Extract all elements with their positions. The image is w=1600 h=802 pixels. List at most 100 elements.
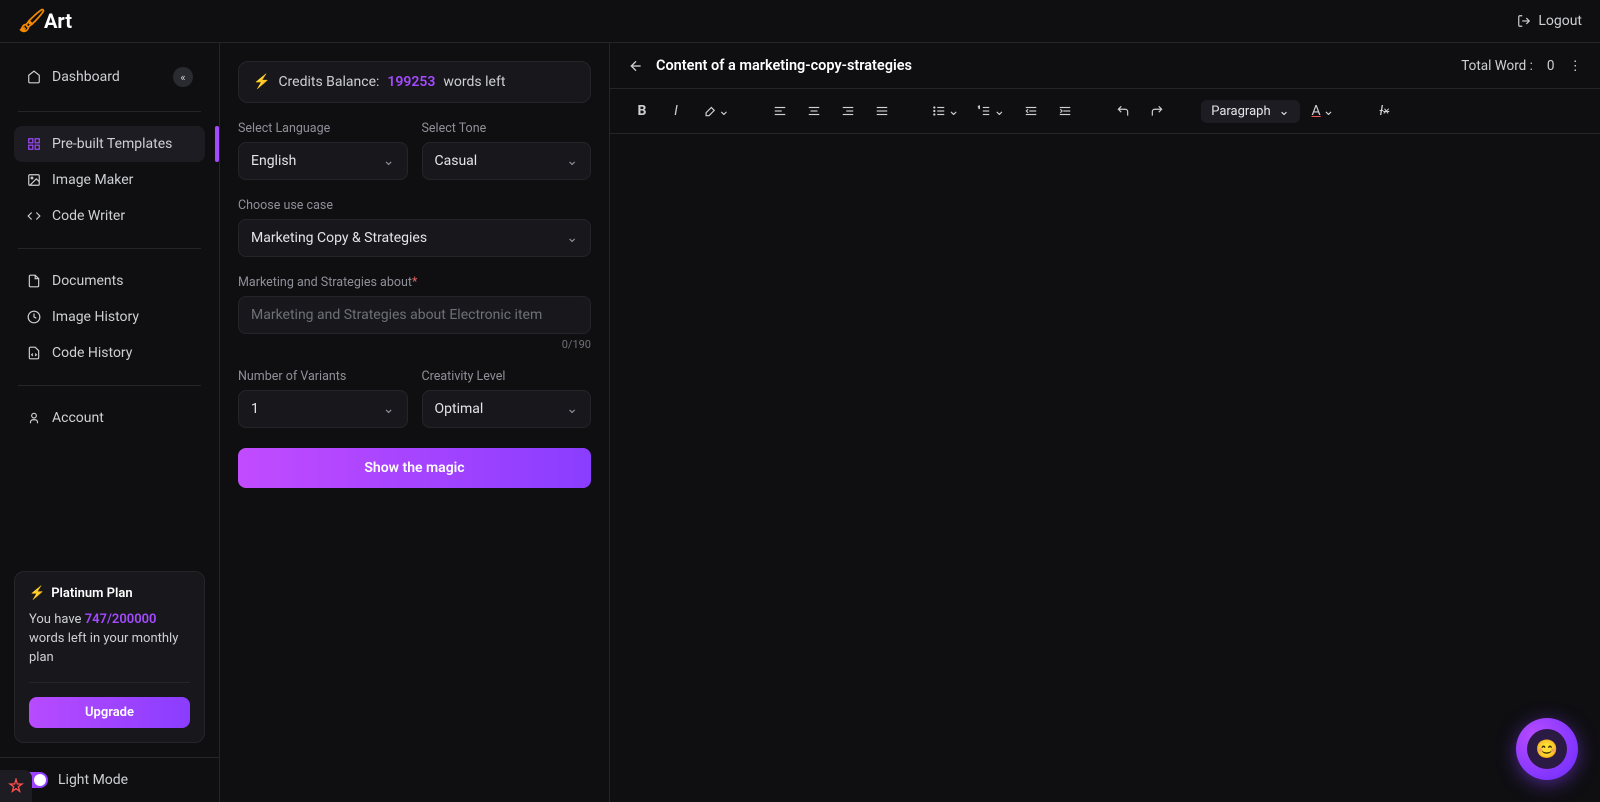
word-count-value: 0 xyxy=(1547,58,1555,74)
use-case-value: Marketing Copy & Strategies xyxy=(251,230,427,246)
align-justify-button[interactable] xyxy=(868,97,896,125)
sidebar-item-code-writer[interactable]: Code Writer xyxy=(14,198,205,234)
language-select[interactable]: English ⌄ xyxy=(238,142,408,180)
back-button[interactable] xyxy=(628,58,644,74)
variants-value: 1 xyxy=(251,401,259,417)
about-label: Marketing and Strategies about* xyxy=(238,275,591,290)
credits-suffix: words left xyxy=(443,74,505,90)
chevron-down-icon: ⌄ xyxy=(993,103,1005,119)
editor-toolbar: B I ⌄ ⌄ 1 xyxy=(610,89,1600,134)
more-menu-button[interactable]: ⋮ xyxy=(1569,58,1583,74)
corner-badge[interactable] xyxy=(0,770,32,802)
use-case-select[interactable]: Marketing Copy & Strategies ⌄ xyxy=(238,219,591,257)
paragraph-select[interactable]: Paragraph ⌄ xyxy=(1201,100,1299,123)
outdent-button[interactable] xyxy=(1017,97,1045,125)
logout-button[interactable]: Logout xyxy=(1516,13,1582,29)
italic-button[interactable]: I xyxy=(662,97,690,125)
plan-card: ⚡ Platinum Plan You have 747/200000 word… xyxy=(14,571,205,743)
sidebar-item-dashboard[interactable]: Dashboard « xyxy=(14,57,205,97)
credits-value: 199253 xyxy=(387,74,435,90)
bullet-list-button[interactable]: ⌄ xyxy=(926,97,966,125)
use-case-label: Choose use case xyxy=(238,198,591,213)
plan-you-have: You have xyxy=(29,612,81,627)
plan-ratio: 747/200000 xyxy=(85,612,157,627)
file-code-icon xyxy=(26,345,42,361)
document-title: Content of a marketing-copy-strategies xyxy=(656,57,912,74)
paragraph-label: Paragraph xyxy=(1211,104,1270,119)
tone-select[interactable]: Casual ⌄ xyxy=(422,142,592,180)
sidebar-item-label: Image Maker xyxy=(52,172,133,188)
language-label: Select Language xyxy=(238,121,408,136)
sidebar-item-label: Documents xyxy=(52,273,123,289)
sidebar-item-label: Dashboard xyxy=(52,69,120,85)
sidebar-item-label: Code Writer xyxy=(52,208,125,224)
history-icon xyxy=(26,309,42,325)
logout-icon xyxy=(1516,13,1532,29)
sidebar-item-label: Pre-built Templates xyxy=(52,136,172,152)
chevron-down-icon: ⌄ xyxy=(566,401,578,417)
grid-icon xyxy=(26,136,42,152)
sidebar: Dashboard « Pre-built Templates Image Ma… xyxy=(0,43,220,802)
redo-button[interactable] xyxy=(1143,97,1171,125)
sidebar-item-code-history[interactable]: Code History xyxy=(14,335,205,371)
chat-fab[interactable]: 😊 xyxy=(1516,718,1578,780)
chevron-down-icon: ⌄ xyxy=(1279,104,1290,119)
bolt-icon: ⚡ xyxy=(253,74,270,90)
credits-prefix: Credits Balance: xyxy=(278,74,379,90)
align-left-button[interactable] xyxy=(766,97,794,125)
chevron-down-icon: ⌄ xyxy=(383,401,395,417)
bolt-icon: ⚡ xyxy=(29,586,45,601)
creativity-value: Optimal xyxy=(435,401,484,417)
plan-title: Platinum Plan xyxy=(51,586,132,601)
chevron-down-icon: ⌄ xyxy=(948,103,960,119)
undo-button[interactable] xyxy=(1109,97,1137,125)
chevron-down-icon: ⌄ xyxy=(1323,103,1335,119)
chevron-down-icon: ⌄ xyxy=(566,153,578,169)
number-list-button[interactable]: 1 ⌄ xyxy=(971,97,1011,125)
chevron-down-icon: ⌄ xyxy=(718,103,730,119)
home-icon xyxy=(26,69,42,85)
word-count-label: Total Word : xyxy=(1461,58,1533,74)
upgrade-button[interactable]: Upgrade xyxy=(29,697,190,728)
sidebar-item-image-history[interactable]: Image History xyxy=(14,299,205,335)
brand-logo[interactable]: 🖌 Art xyxy=(18,9,72,34)
language-value: English xyxy=(251,153,296,169)
document-icon xyxy=(26,273,42,289)
chat-face-icon: 😊 xyxy=(1527,729,1567,769)
image-icon xyxy=(26,172,42,188)
light-mode-label: Light Mode xyxy=(58,772,128,788)
sidebar-item-label: Account xyxy=(52,410,104,426)
editor-panel: Content of a marketing-copy-strategies T… xyxy=(610,43,1600,802)
align-center-button[interactable] xyxy=(800,97,828,125)
code-icon xyxy=(26,208,42,224)
svg-text:1: 1 xyxy=(979,106,981,110)
sidebar-item-image-maker[interactable]: Image Maker xyxy=(14,162,205,198)
variants-label: Number of Variants xyxy=(238,369,408,384)
about-input[interactable]: Marketing and Strategies about Electroni… xyxy=(238,296,591,334)
generate-button[interactable]: Show the magic xyxy=(238,448,591,488)
chevron-down-icon: ⌄ xyxy=(566,230,578,246)
brush-icon: 🖌 xyxy=(18,9,46,34)
bold-button[interactable]: B xyxy=(628,97,656,125)
tone-value: Casual xyxy=(435,153,478,169)
editor-body[interactable] xyxy=(610,134,1600,802)
variants-select[interactable]: 1 ⌄ xyxy=(238,390,408,428)
sidebar-item-account[interactable]: Account xyxy=(14,400,205,436)
plan-words1: words xyxy=(29,631,65,646)
text-color-button[interactable]: A ⌄ xyxy=(1306,97,1341,125)
align-right-button[interactable] xyxy=(834,97,862,125)
brand-text: Art xyxy=(44,9,72,33)
clear-format-button[interactable]: I× xyxy=(1370,97,1398,125)
sidebar-item-templates[interactable]: Pre-built Templates xyxy=(14,126,205,162)
highlight-button[interactable]: ⌄ xyxy=(696,97,736,125)
char-counter: 0/190 xyxy=(238,338,591,351)
form-panel: ⚡ Credits Balance: 199253 words left Sel… xyxy=(220,43,610,802)
chevron-down-icon: ⌄ xyxy=(383,153,395,169)
logout-label: Logout xyxy=(1538,13,1582,29)
tone-label: Select Tone xyxy=(422,121,592,136)
collapse-sidebar-button[interactable]: « xyxy=(173,67,193,87)
creativity-label: Creativity Level xyxy=(422,369,592,384)
indent-button[interactable] xyxy=(1051,97,1079,125)
sidebar-item-documents[interactable]: Documents xyxy=(14,263,205,299)
creativity-select[interactable]: Optimal ⌄ xyxy=(422,390,592,428)
